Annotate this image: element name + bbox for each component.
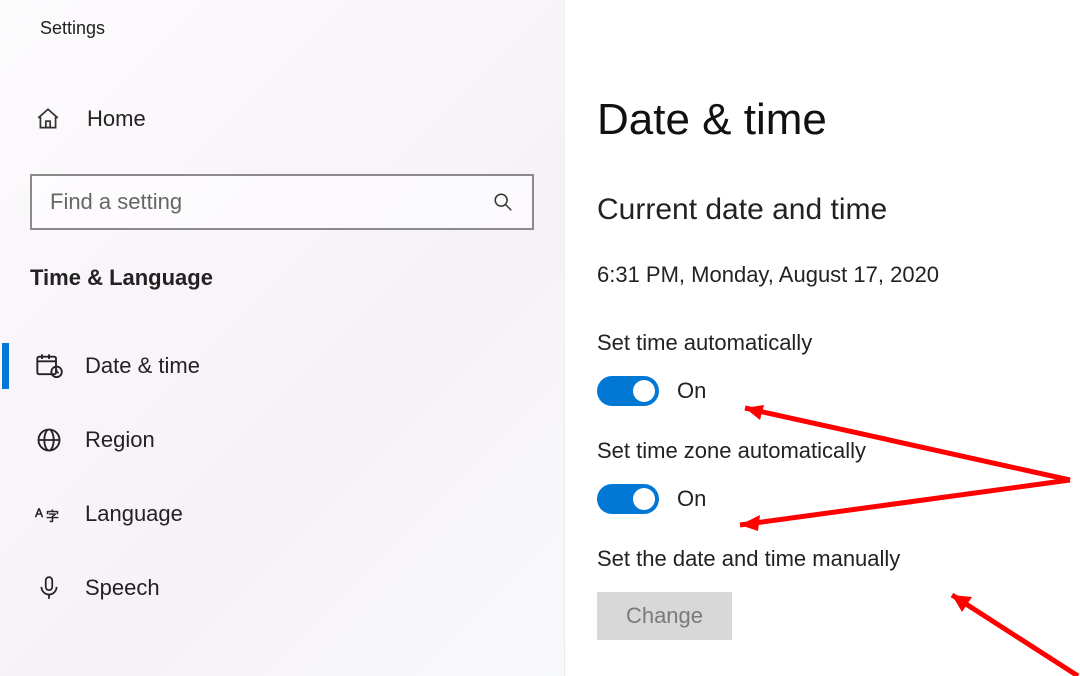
toggle-knob: [633, 380, 655, 402]
current-datetime-value: 6:31 PM, Monday, August 17, 2020: [597, 262, 1080, 288]
search-icon: [492, 191, 514, 213]
sidebar-item-language[interactable]: A字 Language: [0, 477, 564, 551]
section-current-datetime: Current date and time: [597, 193, 1080, 227]
page-title: Date & time: [597, 95, 1080, 145]
change-button: Change: [597, 592, 732, 640]
sidebar-item-label: Date & time: [85, 353, 200, 379]
home-label: Home: [87, 106, 146, 132]
svg-text:A: A: [35, 506, 43, 520]
auto-time-toggle[interactable]: [597, 376, 659, 406]
toggle-knob: [633, 488, 655, 510]
window-title: Settings: [0, 18, 564, 39]
auto-timezone-label: Set time zone automatically: [597, 438, 1080, 464]
sidebar-item-label: Language: [85, 501, 183, 527]
auto-time-label: Set time automatically: [597, 330, 1080, 356]
category-heading: Time & Language: [0, 265, 564, 291]
language-icon: A字: [35, 500, 63, 528]
globe-icon: [35, 426, 63, 454]
calendar-clock-icon: [35, 352, 63, 380]
sidebar-item-label: Region: [85, 427, 155, 453]
sidebar-item-date-time[interactable]: Date & time: [0, 329, 564, 403]
manual-datetime-label: Set the date and time manually: [597, 546, 1080, 572]
microphone-icon: [35, 574, 63, 602]
auto-time-state: On: [677, 378, 706, 404]
search-input[interactable]: [50, 189, 492, 215]
sidebar-item-region[interactable]: Region: [0, 403, 564, 477]
main-panel: Date & time Current date and time 6:31 P…: [565, 0, 1080, 676]
auto-timezone-state: On: [677, 486, 706, 512]
auto-timezone-toggle[interactable]: [597, 484, 659, 514]
sidebar-item-label: Speech: [85, 575, 160, 601]
home-icon: [35, 106, 61, 132]
home-nav[interactable]: Home: [0, 97, 564, 141]
settings-sidebar: Settings Home Time & Language Date & tim…: [0, 0, 565, 676]
search-box[interactable]: [30, 174, 534, 230]
search-box-wrap: [30, 174, 534, 230]
svg-text:字: 字: [46, 509, 59, 524]
sidebar-item-speech[interactable]: Speech: [0, 551, 564, 625]
